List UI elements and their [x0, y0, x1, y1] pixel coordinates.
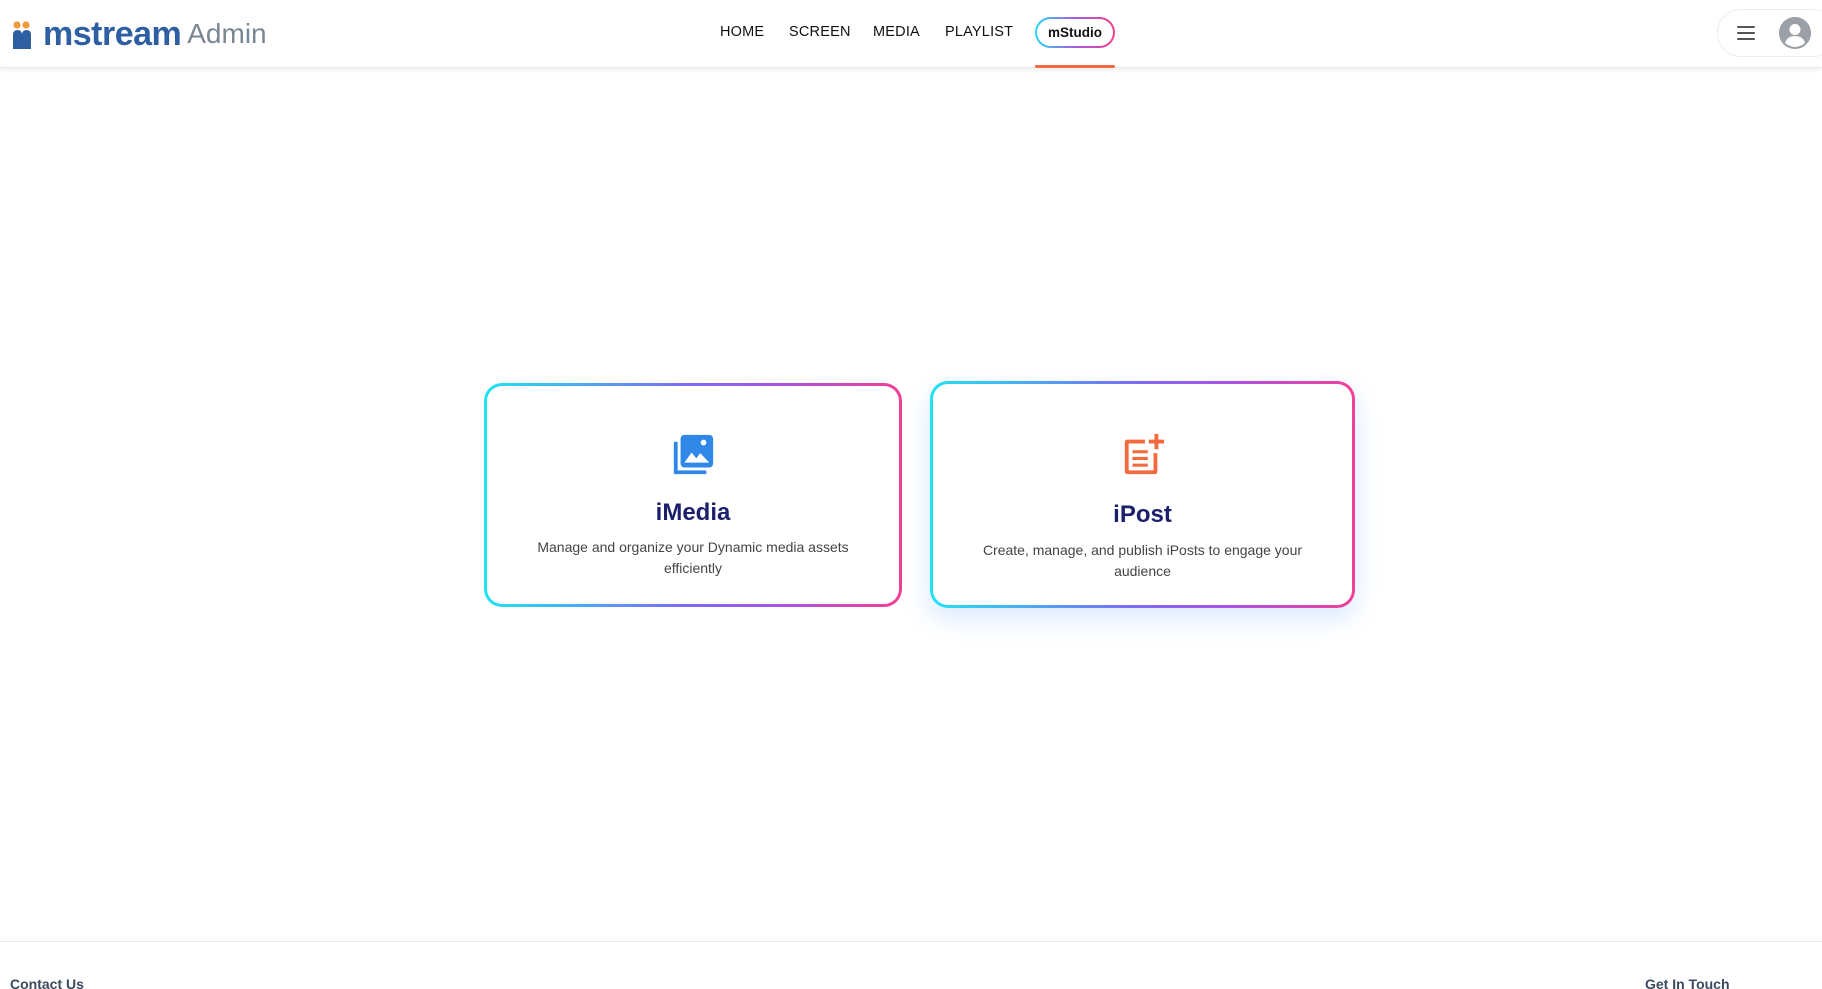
mstream-people-logo-icon: [13, 21, 31, 49]
nav-playlist[interactable]: PLAYLIST: [945, 24, 1013, 40]
nav-home[interactable]: HOME: [720, 24, 764, 40]
page: mstream Admin HOME SCREEN MEDIA PLAYLIST…: [0, 0, 1822, 989]
imedia-description: Manage and organize your Dynamic media a…: [537, 539, 849, 576]
post-add-icon: [1124, 433, 1164, 475]
user-avatar-icon[interactable]: [1779, 17, 1811, 49]
imedia-card-body: iMedia Manage and organize your Dynamic …: [487, 386, 899, 604]
avatar-silhouette-icon: [1779, 17, 1811, 49]
logo-admin-label: Admin: [187, 18, 267, 49]
top-header: mstream Admin HOME SCREEN MEDIA PLAYLIST…: [0, 0, 1822, 68]
imedia-card[interactable]: iMedia Manage and organize your Dynamic …: [484, 383, 902, 607]
nav-media[interactable]: MEDIA: [873, 24, 920, 40]
ipost-card[interactable]: iPost Create, manage, and publish iPosts…: [930, 381, 1355, 608]
header-tools: [1717, 9, 1822, 57]
ipost-title: iPost: [1113, 501, 1172, 528]
footer-get-in-touch[interactable]: Get In Touch: [1645, 976, 1730, 989]
nav-screen[interactable]: SCREEN: [789, 24, 851, 40]
nav-mstudio[interactable]: mStudio: [1035, 17, 1115, 48]
logo-brand: mstream: [43, 15, 182, 53]
ipost-description: Create, manage, and publish iPosts to en…: [982, 542, 1303, 579]
photo-library-icon: [673, 434, 714, 475]
footer: Contact Us Get In Touch: [0, 941, 1822, 989]
imedia-title: iMedia: [655, 499, 731, 526]
nav-active-indicator: [1035, 65, 1115, 68]
ipost-card-body: iPost Create, manage, and publish iPosts…: [933, 384, 1352, 605]
footer-contact-us[interactable]: Contact Us: [10, 976, 84, 989]
hamburger-icon[interactable]: [1735, 23, 1757, 43]
logo[interactable]: mstream Admin: [10, 14, 267, 54]
main-nav: HOME SCREEN MEDIA PLAYLIST mStudio: [0, 0, 1822, 68]
nav-mstudio-label: mStudio: [1037, 19, 1113, 46]
